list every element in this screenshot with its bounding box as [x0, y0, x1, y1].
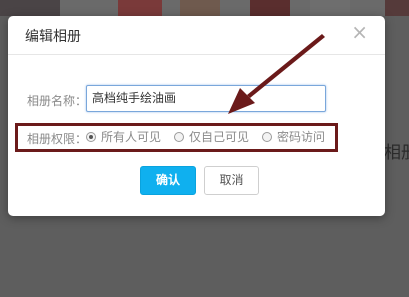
radio-option-label: 密码访问 [277, 130, 326, 144]
background-photo-strip [0, 0, 409, 16]
album-name-label: 相册名称： [27, 94, 88, 108]
album-permission-label: 相册权限： [27, 132, 88, 146]
dialog-header: 编辑相册 × [8, 16, 385, 55]
cancel-button[interactable]: 取消 [204, 166, 259, 195]
radio-option-password[interactable]: 密码访问 [262, 128, 325, 145]
radio-checked-icon[interactable] [86, 131, 96, 142]
background-album-text: 相册 [384, 143, 409, 163]
radio-option-label: 仅自己可见 [189, 130, 250, 144]
radio-option-label: 所有人可见 [101, 130, 162, 144]
radio-option-everyone[interactable]: 所有人可见 [86, 128, 161, 145]
background-thumbnail [385, 0, 409, 16]
album-name-input[interactable]: 高档纯手绘油画 [86, 85, 326, 112]
dialog-title: 编辑相册 [25, 29, 81, 45]
background-thumbnail [118, 0, 162, 16]
radio-unchecked-icon[interactable] [262, 131, 272, 142]
radio-unchecked-icon[interactable] [174, 131, 184, 142]
confirm-button[interactable]: 确认 [140, 166, 196, 195]
edit-album-dialog: 编辑相册 × 相册名称： 高档纯手绘油画 相册权限： 所有人可见 仅自己可见 密… [8, 16, 385, 216]
background-thumbnail [180, 0, 220, 16]
background-thumbnail [0, 0, 60, 16]
close-icon[interactable]: × [351, 22, 368, 42]
background-thumbnail [310, 0, 350, 16]
background-thumbnail [250, 0, 290, 16]
radio-option-self-only[interactable]: 仅自己可见 [174, 128, 249, 145]
